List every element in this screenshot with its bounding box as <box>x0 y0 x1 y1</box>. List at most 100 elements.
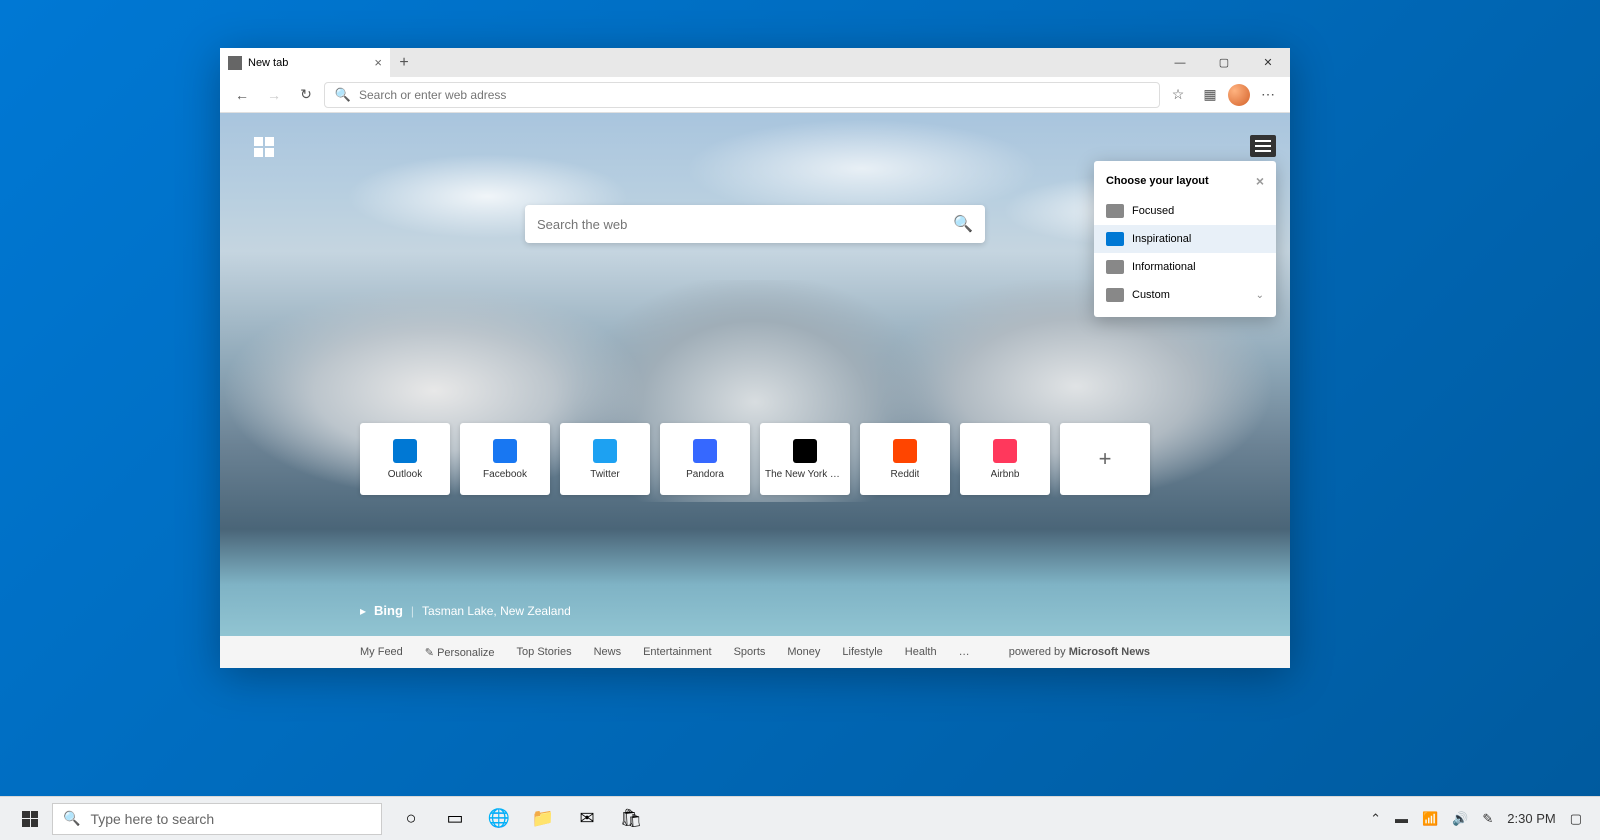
site-icon <box>993 439 1017 463</box>
bing-logo-icon: ▸ <box>360 604 366 618</box>
tray-expand-icon[interactable]: ⌃ <box>1370 811 1381 827</box>
new-tab-button[interactable]: + <box>390 48 418 77</box>
tile-label: Airbnb <box>991 469 1020 480</box>
address-bar[interactable]: 🔍 <box>324 82 1160 108</box>
wifi-icon[interactable]: 📶 <box>1422 811 1438 827</box>
tab-close-icon[interactable]: × <box>374 55 382 70</box>
site-icon <box>793 439 817 463</box>
layout-option[interactable]: Focused <box>1094 197 1276 225</box>
layout-popup: Choose your layout × Focused Inspirationa… <box>1094 161 1276 317</box>
file-explorer-icon[interactable]: 📁 <box>522 797 564 840</box>
taskbar-search[interactable]: 🔍 Type here to search <box>52 803 382 835</box>
site-icon <box>893 439 917 463</box>
search-icon: 🔍 <box>63 810 80 827</box>
news-link[interactable]: My Feed <box>360 646 403 658</box>
web-search-box[interactable]: 🔍 <box>525 205 985 243</box>
volume-icon[interactable]: 🔊 <box>1452 811 1468 827</box>
apps-launcher-icon[interactable] <box>254 137 274 157</box>
layout-option[interactable]: Custom ⌄ <box>1094 281 1276 309</box>
site-icon <box>393 439 417 463</box>
mail-icon[interactable]: ✉ <box>566 797 608 840</box>
chevron-down-icon: ⌄ <box>1256 290 1264 301</box>
web-search-input[interactable] <box>537 217 953 232</box>
cortana-icon[interactable]: ○ <box>390 797 432 840</box>
minimize-button[interactable]: — <box>1158 48 1202 77</box>
action-center-icon[interactable]: ▢ <box>1570 811 1582 827</box>
quick-link-tile[interactable]: Twitter <box>560 423 650 495</box>
search-icon: 🔍 <box>333 87 353 103</box>
tile-label: Pandora <box>686 469 724 480</box>
taskbar-pinned-apps: ○ ▭ 🌐 📁 ✉ 🛍 <box>390 797 652 840</box>
layout-preview-icon <box>1106 260 1124 274</box>
tile-label: Facebook <box>483 469 527 480</box>
start-button[interactable] <box>8 797 52 840</box>
edge-icon[interactable]: 🌐 <box>478 797 520 840</box>
quick-links: Outlook Facebook Twitter Pandora The New Yor… <box>360 423 1150 495</box>
ntp-content: 🔍 Outlook Facebook Twitter Pandora The New Y… <box>220 113 1290 668</box>
news-link[interactable]: Money <box>787 646 820 658</box>
favorite-button[interactable]: ☆ <box>1164 81 1192 109</box>
tile-label: The New York Ti... <box>765 469 845 480</box>
address-input[interactable] <box>359 88 1151 102</box>
quick-link-tile[interactable]: Reddit <box>860 423 950 495</box>
tab-title: New tab <box>248 57 288 69</box>
news-link[interactable]: ✎ Personalize <box>425 646 495 659</box>
site-icon <box>593 439 617 463</box>
store-icon[interactable]: 🛍 <box>610 797 652 840</box>
profile-avatar[interactable] <box>1228 84 1250 106</box>
layout-option-label: Inspirational <box>1132 233 1191 245</box>
new-tab-page: 🔍 Outlook Facebook Twitter Pandora The New Y… <box>220 113 1290 668</box>
site-icon <box>693 439 717 463</box>
plus-icon: + <box>1093 447 1117 471</box>
battery-icon[interactable]: ▬ <box>1395 811 1408 826</box>
quick-link-tile[interactable]: The New York Ti... <box>760 423 850 495</box>
news-link[interactable]: News <box>594 646 622 658</box>
browser-tab[interactable]: New tab × <box>220 48 390 77</box>
taskbar-search-placeholder: Type here to search <box>90 811 214 827</box>
window-controls: — ▢ ✕ <box>1158 48 1290 77</box>
news-attribution: powered by Microsoft News <box>1009 646 1150 658</box>
tile-label: Outlook <box>388 469 422 480</box>
tab-page-icon <box>228 56 242 70</box>
collections-button[interactable]: ▦ <box>1196 81 1224 109</box>
system-tray: ⌃ ▬ 📶 🔊 ✎ 2:30 PM ▢ <box>1370 811 1592 827</box>
page-settings-button[interactable] <box>1250 135 1276 157</box>
news-link[interactable]: Lifestyle <box>842 646 882 658</box>
windows-logo-icon <box>22 811 38 827</box>
quick-link-tile[interactable]: Outlook <box>360 423 450 495</box>
layout-preview-icon <box>1106 204 1124 218</box>
layout-option-label: Custom <box>1132 289 1170 301</box>
clock[interactable]: 2:30 PM <box>1507 811 1555 826</box>
menu-button[interactable]: ⋯ <box>1254 81 1282 109</box>
news-link[interactable]: Top Stories <box>517 646 572 658</box>
quick-link-tile[interactable]: Pandora <box>660 423 750 495</box>
quick-link-tile[interactable]: Facebook <box>460 423 550 495</box>
news-link[interactable]: Sports <box>734 646 766 658</box>
news-link[interactable]: Health <box>905 646 937 658</box>
tile-label: Reddit <box>891 469 920 480</box>
layout-option[interactable]: Informational <box>1094 253 1276 281</box>
maximize-button[interactable]: ▢ <box>1202 48 1246 77</box>
add-tile-button[interactable]: + <box>1060 423 1150 495</box>
layout-preview-icon <box>1106 288 1124 302</box>
task-view-icon[interactable]: ▭ <box>434 797 476 840</box>
windows-taskbar: 🔍 Type here to search ○ ▭ 🌐 📁 ✉ 🛍 ⌃ ▬ 📶 … <box>0 796 1600 840</box>
forward-button[interactable]: → <box>260 81 288 109</box>
browser-window: New tab × + — ▢ ✕ ← → ↻ 🔍 ☆ ▦ ⋯ <box>220 48 1290 668</box>
layout-preview-icon <box>1106 232 1124 246</box>
layout-option[interactable]: Inspirational <box>1094 225 1276 253</box>
close-icon[interactable]: × <box>1256 173 1264 189</box>
image-location: Tasman Lake, New Zealand <box>422 604 571 618</box>
back-button[interactable]: ← <box>228 81 256 109</box>
news-link[interactable]: … <box>959 646 970 658</box>
search-submit-icon[interactable]: 🔍 <box>953 214 973 234</box>
news-link[interactable]: Entertainment <box>643 646 711 658</box>
pen-icon[interactable]: ✎ <box>1482 811 1493 827</box>
refresh-button[interactable]: ↻ <box>292 81 320 109</box>
layout-option-label: Focused <box>1132 205 1174 217</box>
close-window-button[interactable]: ✕ <box>1246 48 1290 77</box>
quick-link-tile[interactable]: Airbnb <box>960 423 1050 495</box>
layout-popup-title: Choose your layout <box>1106 175 1209 187</box>
tile-label: Twitter <box>590 469 619 480</box>
news-feed-bar: My Feed ✎ Personalize Top Stories News Enter… <box>220 636 1290 668</box>
